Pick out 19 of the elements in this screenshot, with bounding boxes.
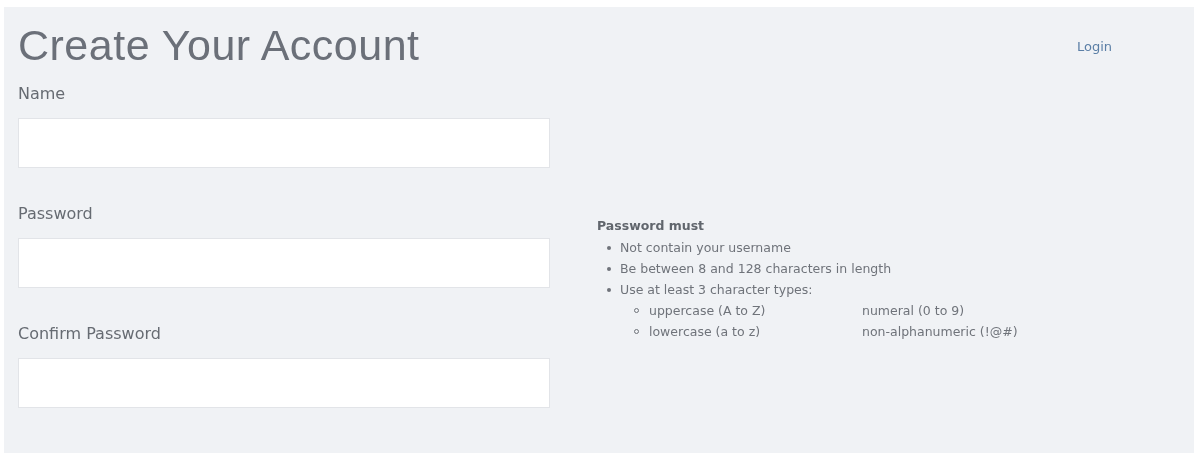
rule-text: Be between 8 and 128 characters in length — [620, 260, 892, 278]
rule-text: Not contain your username — [620, 239, 791, 257]
input-field[interactable] — [18, 118, 550, 168]
bullet-icon — [607, 266, 611, 271]
rule-text: lowercase (a to z) — [649, 323, 761, 341]
rule-text: numeral (0 to 9) — [862, 302, 965, 320]
rule-text: non-alphanumeric (!@#) — [862, 323, 1018, 341]
page-title: Create Your Account — [18, 20, 420, 71]
field-label: Name — [18, 84, 67, 104]
rule-text: Use at least 3 character types: — [620, 281, 813, 299]
rule-text: uppercase (A to Z) — [649, 302, 766, 320]
bullet-icon — [607, 245, 611, 250]
input-field[interactable] — [18, 238, 550, 288]
field-label: Confirm Password — [18, 324, 162, 344]
rules-heading: Password must — [597, 218, 706, 233]
bullet-icon — [607, 287, 611, 292]
field-label: Password — [18, 204, 94, 224]
input-field[interactable] — [18, 358, 550, 408]
login-link[interactable]: Login — [1076, 39, 1112, 54]
